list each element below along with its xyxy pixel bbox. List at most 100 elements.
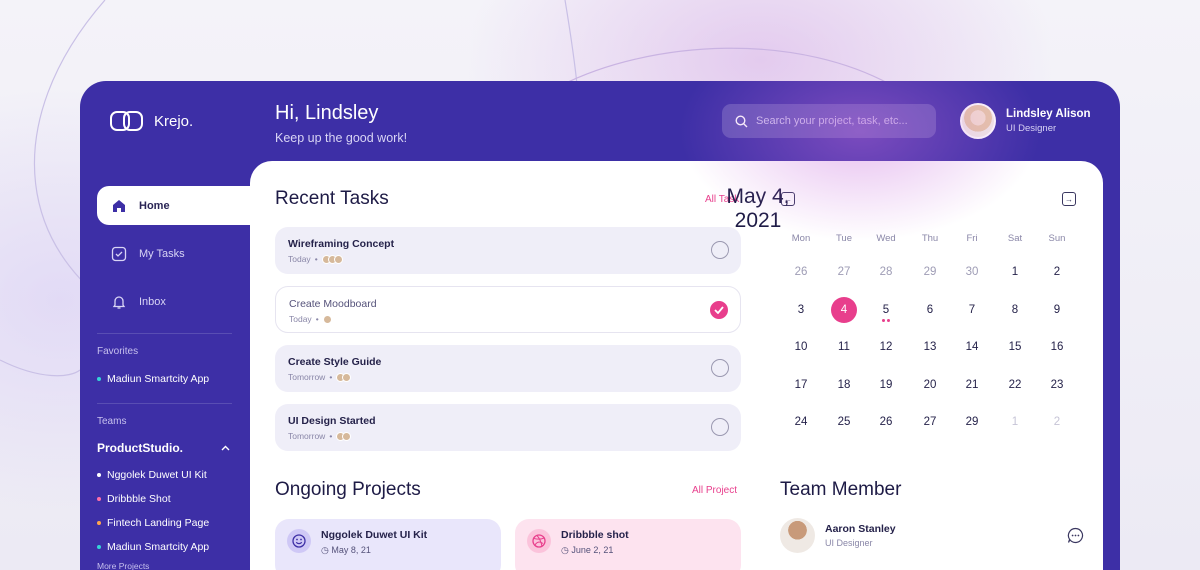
member-avatar <box>780 518 815 553</box>
all-project-link[interactable]: All Project <box>692 485 737 496</box>
nav-inbox[interactable]: Inbox <box>80 282 250 321</box>
more-projects-link[interactable]: More Projects <box>80 561 250 570</box>
calendar-day[interactable]: 6 <box>915 297 945 323</box>
task-checkbox[interactable] <box>711 418 729 436</box>
project-card[interactable]: Nggolek Duwet UI Kit ◷ May 8, 21 <box>275 519 501 570</box>
calendar-day[interactable]: 26 <box>871 409 901 435</box>
calendar-day[interactable]: 17 <box>786 372 816 398</box>
calendar-day[interactable]: 8 <box>1000 297 1030 323</box>
dribbble-icon <box>527 529 551 553</box>
team-project-item[interactable]: Fintech Landing Page <box>80 511 250 535</box>
clock-icon: ◷ <box>321 545 329 555</box>
greeting-subtitle: Keep up the good work! <box>275 131 408 145</box>
calendar-day[interactable]: 1 <box>1000 259 1030 285</box>
user-profile[interactable]: Lindsley Alison UI Designer <box>960 103 1091 139</box>
next-month-button[interactable]: → <box>1062 192 1076 206</box>
calendar-day[interactable]: 4 <box>831 297 857 323</box>
calendar-day[interactable]: 25 <box>829 409 859 435</box>
calendar-day[interactable]: 3 <box>786 297 816 323</box>
task-checkbox[interactable] <box>711 359 729 377</box>
project-card[interactable]: Dribbble shot ◷ June 2, 21 <box>515 519 741 570</box>
favorite-label: Madiun Smartcity App <box>107 373 210 385</box>
app-logo[interactable]: Krejo. <box>110 111 193 131</box>
favorite-dot <box>97 377 101 381</box>
task-due: Tomorrow <box>288 372 326 382</box>
task-item[interactable]: UI Design Started Tomorrow • <box>275 404 741 451</box>
assignee-avatars <box>322 314 332 324</box>
search-bar[interactable] <box>722 104 936 138</box>
arrow-right-icon: → <box>1065 194 1073 204</box>
team-project-item[interactable]: Dribbble Shot <box>80 487 250 511</box>
team-project-label: Madiun Smartcity App <box>107 541 210 553</box>
task-checkbox[interactable] <box>710 301 728 319</box>
calendar-day[interactable]: 19 <box>871 372 901 398</box>
recent-tasks-title: Recent Tasks <box>275 188 389 209</box>
home-icon <box>113 199 125 212</box>
smile-icon <box>287 529 311 553</box>
task-checkbox[interactable] <box>711 241 729 259</box>
weekday-label: Mon <box>791 233 811 244</box>
task-due: Today <box>288 254 311 264</box>
member-name: Aaron Stanley <box>825 523 896 535</box>
team-project-item[interactable]: Madiun Smartcity App <box>80 535 250 559</box>
project-name: Nggolek Duwet UI Kit <box>321 529 428 541</box>
calendar-day[interactable]: 26 <box>786 259 816 285</box>
chat-icon[interactable] <box>1067 527 1084 544</box>
nav-home[interactable]: Home <box>97 186 250 225</box>
task-item[interactable]: Create Moodboard Today • <box>275 286 741 333</box>
calendar-day[interactable]: 7 <box>957 297 987 323</box>
calendar-day[interactable]: 16 <box>1042 334 1072 360</box>
calendar-day[interactable]: 28 <box>871 259 901 285</box>
calendar-day[interactable]: 27 <box>829 259 859 285</box>
task-due: Today <box>289 314 312 324</box>
user-name: Lindsley Alison <box>1006 108 1091 120</box>
calendar-day[interactable]: 18 <box>829 372 859 398</box>
search-input[interactable] <box>756 115 926 127</box>
team-toggle[interactable]: ProductStudio. <box>80 437 250 459</box>
calendar-day[interactable]: 22 <box>1000 372 1030 398</box>
sidebar-divider <box>97 403 232 404</box>
chevron-up-icon <box>221 445 230 451</box>
calendar-day[interactable]: 24 <box>786 409 816 435</box>
favorite-item[interactable]: Madiun Smartcity App <box>80 367 250 391</box>
team-project-label: Fintech Landing Page <box>107 517 210 529</box>
teams-heading: Teams <box>97 416 127 427</box>
calendar-day[interactable]: 21 <box>957 372 987 398</box>
weekday-label: Tue <box>835 233 853 244</box>
calendar-day[interactable]: 9 <box>1042 297 1072 323</box>
calendar-day[interactable]: 20 <box>915 372 945 398</box>
nav-my-tasks[interactable]: My Tasks <box>80 234 250 273</box>
project-dot <box>97 545 101 549</box>
weekday-label: Sat <box>1007 233 1023 244</box>
task-item[interactable]: Create Style Guide Tomorrow • <box>275 345 741 392</box>
team-project-label: Nggolek Duwet UI Kit <box>107 469 207 481</box>
task-item[interactable]: Wireframing Concept Today • <box>275 227 741 274</box>
assignee-avatars <box>336 431 352 441</box>
nav-home-label: Home <box>139 199 170 212</box>
calendar-day[interactable]: 14 <box>957 334 987 360</box>
user-avatar[interactable] <box>960 103 996 139</box>
project-date: May 8, 21 <box>331 545 371 555</box>
nav-inbox-label: Inbox <box>139 295 166 308</box>
task-title: Create Style Guide <box>288 356 382 368</box>
app-window: Krejo. Hi, Lindsley Keep up the good wor… <box>80 81 1120 570</box>
calendar-day[interactable]: 30 <box>957 259 987 285</box>
calendar-day[interactable]: 11 <box>829 334 859 360</box>
calendar-day[interactable]: 2 <box>1042 259 1072 285</box>
calendar-day[interactable]: 29 <box>915 259 945 285</box>
calendar-title: May 4, 2021 <box>726 185 790 232</box>
team-project-label: Dribbble Shot <box>107 493 171 505</box>
weekday-label: Thu <box>921 233 939 244</box>
calendar-day[interactable]: 27 <box>915 409 945 435</box>
calendar-day[interactable]: 2 <box>1042 409 1072 435</box>
calendar-day[interactable]: 29 <box>957 409 987 435</box>
calendar-day[interactable]: 23 <box>1042 372 1072 398</box>
calendar-day[interactable]: 15 <box>1000 334 1030 360</box>
calendar-day[interactable]: 13 <box>915 334 945 360</box>
team-member-row[interactable]: Aaron Stanley UI Designer <box>780 518 1084 553</box>
calendar-day[interactable]: 12 <box>871 334 901 360</box>
team-project-item[interactable]: Nggolek Duwet UI Kit <box>80 463 250 487</box>
task-title: Create Moodboard <box>289 298 377 310</box>
calendar-day[interactable]: 10 <box>786 334 816 360</box>
calendar-day[interactable]: 1 <box>1000 409 1030 435</box>
